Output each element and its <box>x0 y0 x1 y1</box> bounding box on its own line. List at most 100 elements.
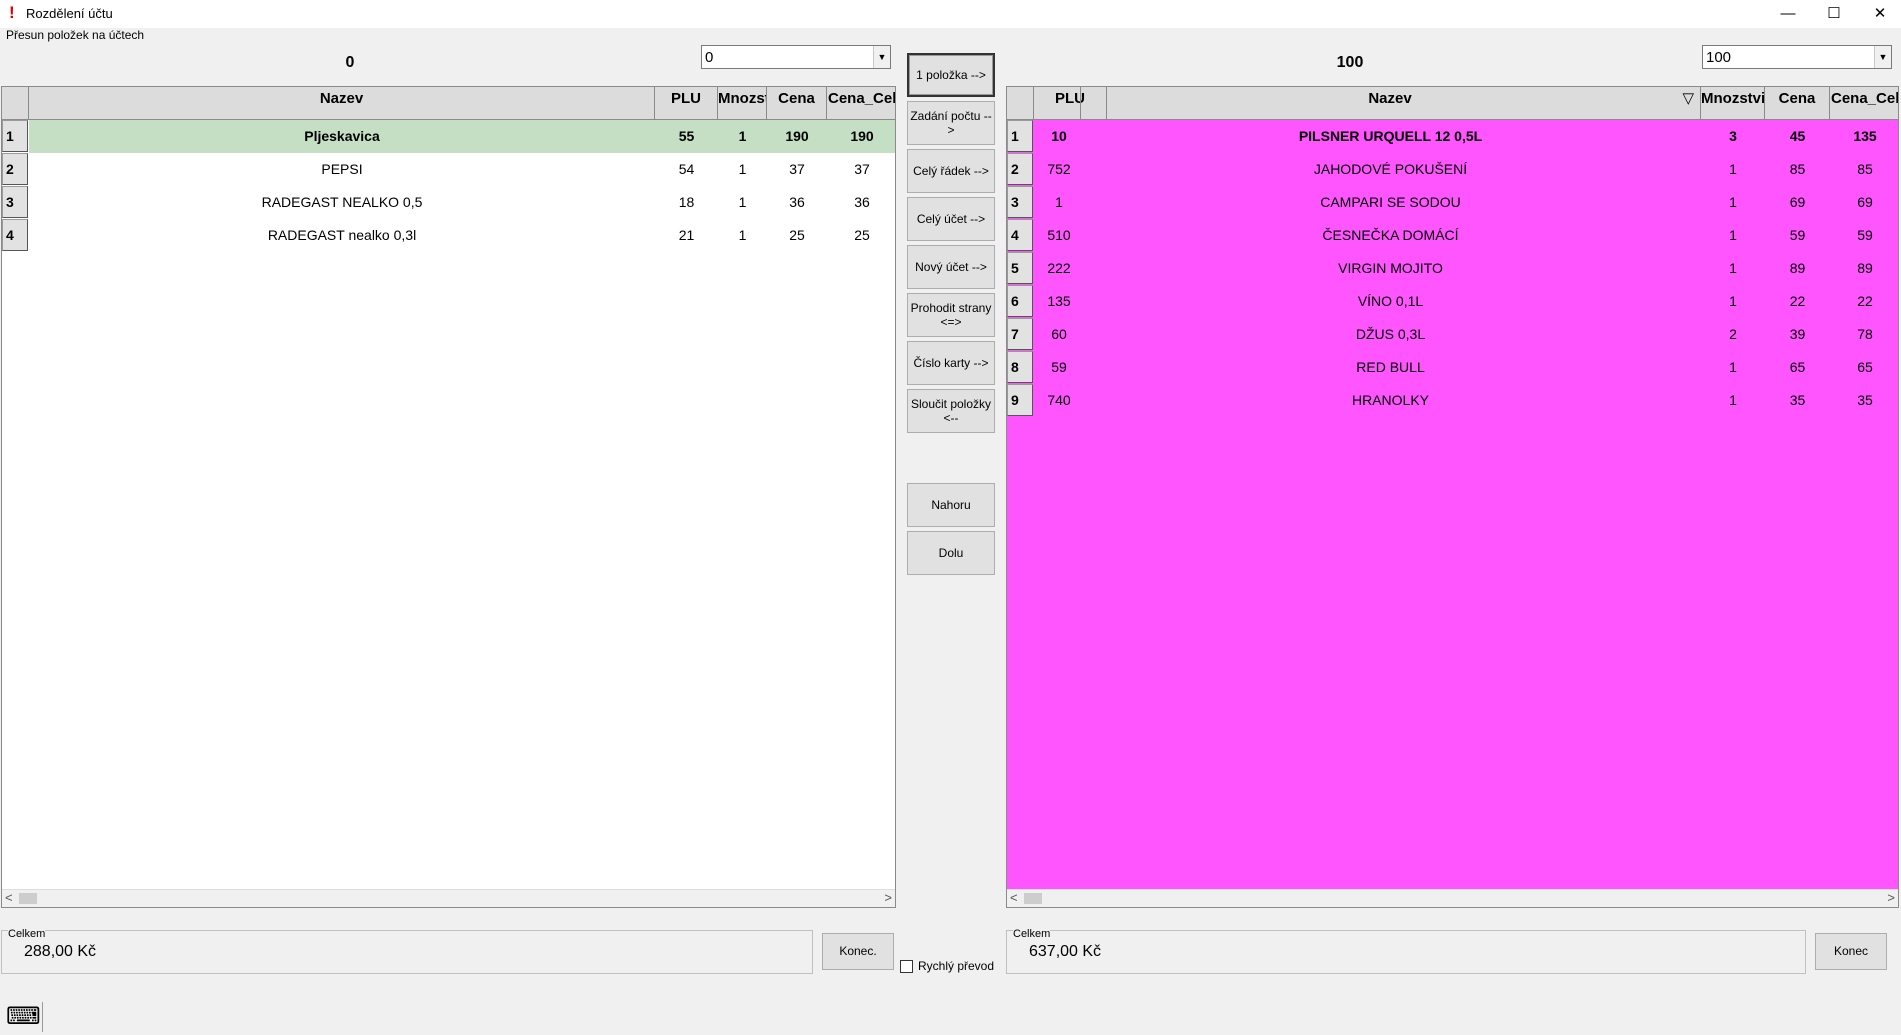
warning-icon: ! <box>9 3 15 22</box>
cell-name: JAHODOVÉ POKUŠENÍ <box>1313 161 1468 177</box>
col-header-cena[interactable]: Cena <box>767 87 827 119</box>
cell-qty: 1 <box>1729 260 1737 276</box>
corner-cell <box>2 87 29 119</box>
cell-total: 78 <box>1857 326 1873 342</box>
scroll-right-icon[interactable]: > <box>884 890 892 905</box>
right-bill-combo[interactable]: 100 ▼ <box>1702 45 1892 69</box>
maximize-icon[interactable]: ☐ <box>1811 0 1857 28</box>
col-header-mnozstvi[interactable]: Mnozstv <box>718 87 767 119</box>
cell-qty: 1 <box>738 194 747 210</box>
col-header-plu[interactable]: PLU <box>655 87 718 119</box>
cell-price: 65 <box>1789 359 1806 375</box>
cell-price: 89 <box>1789 260 1806 276</box>
move-one-item-button[interactable]: 1 položka --> <box>907 53 995 97</box>
table-row[interactable]: 8 59 RED BULL 1 65 65 <box>1007 351 1898 384</box>
right-total-value: 637,00 Kč <box>1029 943 1102 960</box>
cell-total: 190 <box>850 128 874 144</box>
keyboard-icon[interactable]: ⌨ <box>6 1002 43 1032</box>
dropdown-arrow-icon[interactable]: ▼ <box>873 46 890 68</box>
table-row[interactable]: 6 135 VÍNO 0,1L 1 22 22 <box>1007 285 1898 318</box>
enter-count-button[interactable]: Zadání počtu --> <box>907 101 995 145</box>
cell-price: 69 <box>1789 194 1806 210</box>
cell-plu: 59 <box>1051 359 1067 375</box>
quick-transfer-label: Rychlý převod <box>918 959 995 973</box>
scroll-thumb[interactable] <box>1024 893 1042 904</box>
cell-name: VIRGIN MOJITO <box>1338 260 1443 276</box>
row-header[interactable]: 5 <box>1007 252 1033 284</box>
move-whole-bill-button[interactable]: Celý účet --> <box>907 197 995 241</box>
table-row[interactable]: 1 Pljeskavica 55 1 190 190 <box>2 120 895 153</box>
minimize-icon[interactable]: — <box>1765 0 1811 28</box>
cell-price: 39 <box>1789 326 1806 342</box>
cell-price: 22 <box>1789 293 1806 309</box>
left-horizontal-scrollbar[interactable]: < > <box>2 889 895 907</box>
row-header[interactable]: 1 <box>2 120 28 152</box>
cell-qty: 2 <box>1729 326 1737 342</box>
row-header[interactable]: 4 <box>1007 219 1033 251</box>
col-header-mnozstvi[interactable]: Mnozstvi <box>1701 87 1765 119</box>
table-row[interactable]: 3 RADEGAST NEALKO 0,5 18 1 36 36 <box>2 186 895 219</box>
cell-total: 22 <box>1857 293 1873 309</box>
cell-total: 35 <box>1857 392 1873 408</box>
col-header-nazev-label: Nazev <box>1368 90 1412 107</box>
swap-sides-button[interactable]: Prohodit strany <=> <box>907 293 995 337</box>
cell-total: 59 <box>1857 227 1873 243</box>
cell-total: 25 <box>854 227 870 243</box>
cell-plu: 18 <box>678 194 695 210</box>
row-header[interactable]: 3 <box>1007 186 1033 218</box>
cell-total: 36 <box>854 194 870 210</box>
card-number-button[interactable]: Číslo karty --> <box>907 341 995 385</box>
row-header[interactable]: 9 <box>1007 384 1033 416</box>
row-header[interactable]: 2 <box>2 153 28 185</box>
table-row[interactable]: 3 1 CAMPARI SE SODOU 1 69 69 <box>1007 186 1898 219</box>
right-end-button[interactable]: Konec <box>1815 933 1887 970</box>
col-header-cena-celk[interactable]: Cena_Celk <box>1830 87 1898 119</box>
quick-transfer-checkbox[interactable]: Rychlý převod <box>900 959 995 974</box>
up-button[interactable]: Nahoru <box>907 483 995 527</box>
scroll-left-icon[interactable]: < <box>5 890 13 905</box>
merge-items-button[interactable]: Sloučit položky <-- <box>907 389 995 433</box>
close-icon[interactable]: ✕ <box>1857 0 1901 28</box>
col-header-cena[interactable]: Cena <box>1765 87 1830 119</box>
cell-plu: 10 <box>1051 128 1067 144</box>
left-bill-combo[interactable]: 0 ▼ <box>701 45 891 69</box>
row-header[interactable]: 3 <box>2 186 28 218</box>
cell-total: 69 <box>1857 194 1873 210</box>
right-items-grid[interactable]: PLU Nazev ▽ Mnozstvi Cena Cena_Celk 1 10 P… <box>1006 86 1899 908</box>
row-header[interactable]: 8 <box>1007 351 1033 383</box>
move-whole-row-button[interactable]: Celý řádek --> <box>907 149 995 193</box>
right-total-box: Celkem 637,00 Kč <box>1006 928 1806 974</box>
cell-plu: 54 <box>678 161 695 177</box>
left-items-grid[interactable]: Nazev PLU Mnozstv Cena Cena_Celk 1 Pljesk… <box>1 86 896 908</box>
col-header-nazev[interactable]: Nazev <box>29 87 655 119</box>
row-header[interactable]: 4 <box>2 219 28 251</box>
row-header[interactable]: 7 <box>1007 318 1033 350</box>
col-header-cena-celk[interactable]: Cena_Celk <box>827 87 895 119</box>
scroll-thumb[interactable] <box>19 893 37 904</box>
table-row[interactable]: 1 10 PILSNER URQUELL 12 0,5L 3 45 135 <box>1007 120 1898 153</box>
table-row[interactable]: 4 510 ČESNEČKA DOMÁCÍ 1 59 59 <box>1007 219 1898 252</box>
table-row[interactable]: 2 752 JAHODOVÉ POKUŠENÍ 1 85 85 <box>1007 153 1898 186</box>
table-row[interactable]: 4 RADEGAST nealko 0,3l 21 1 25 25 <box>2 219 895 252</box>
cell-price: 25 <box>789 227 805 243</box>
checkbox-box[interactable] <box>900 960 913 974</box>
col-header-nazev[interactable]: Nazev ▽ <box>1080 87 1701 119</box>
table-row[interactable]: 5 222 VIRGIN MOJITO 1 89 89 <box>1007 252 1898 285</box>
row-header[interactable]: 1 <box>1007 120 1033 152</box>
dropdown-arrow-icon[interactable]: ▼ <box>1874 46 1891 68</box>
down-button[interactable]: Dolu <box>907 531 995 575</box>
cell-total: 85 <box>1857 161 1873 177</box>
right-horizontal-scrollbar[interactable]: < > <box>1007 889 1898 907</box>
table-row[interactable]: 2 PEPSI 54 1 37 37 <box>2 153 895 186</box>
table-row[interactable]: 7 60 DŽUS 0,3L 2 39 78 <box>1007 318 1898 351</box>
scroll-right-icon[interactable]: > <box>1887 890 1895 905</box>
cell-plu: 510 <box>1047 227 1071 243</box>
left-end-button[interactable]: Konec. <box>822 933 894 970</box>
row-header[interactable]: 6 <box>1007 285 1033 317</box>
table-row[interactable]: 9 740 HRANOLKY 1 35 35 <box>1007 384 1898 417</box>
cell-name: RED BULL <box>1356 359 1425 375</box>
scroll-left-icon[interactable]: < <box>1010 890 1018 905</box>
row-header[interactable]: 2 <box>1007 153 1033 185</box>
new-bill-button[interactable]: Nový účet --> <box>907 245 995 289</box>
left-bill-number: 0 <box>345 54 355 71</box>
